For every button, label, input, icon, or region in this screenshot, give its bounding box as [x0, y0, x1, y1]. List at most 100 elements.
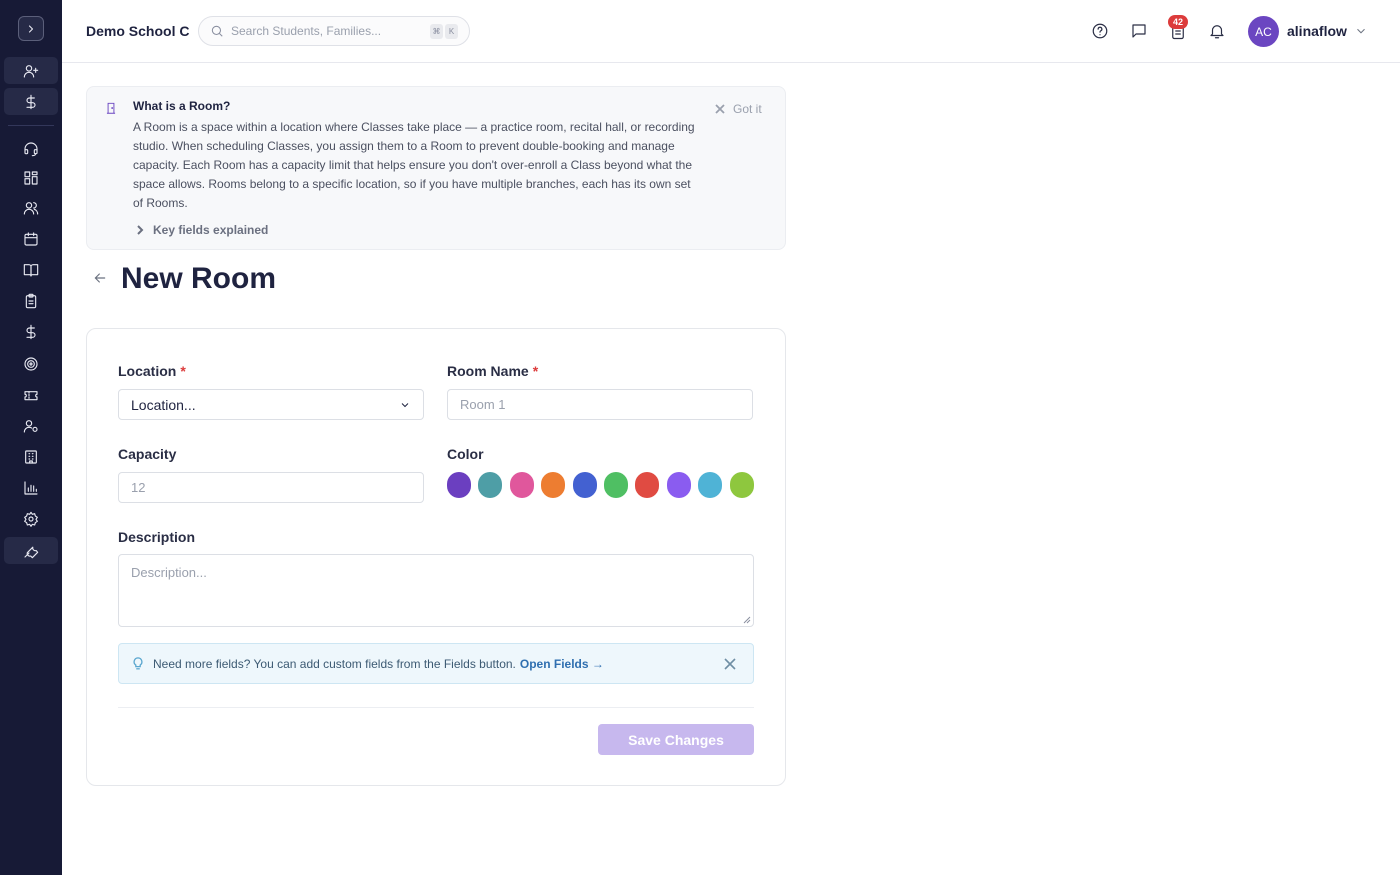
- avatar[interactable]: AC: [1248, 16, 1279, 47]
- info-title: What is a Room?: [133, 99, 231, 113]
- sidebar-item-attendance[interactable]: [4, 287, 58, 314]
- grid-icon: [24, 170, 38, 185]
- sidebar-item-dashboard[interactable]: [4, 164, 58, 191]
- page-title: New Room: [121, 262, 277, 295]
- messages-button[interactable]: [1129, 21, 1149, 41]
- description-placeholder: Description...: [131, 565, 207, 580]
- sidebar-item-locations[interactable]: [4, 443, 58, 470]
- sidebar-item-payments[interactable]: [4, 88, 58, 115]
- chevron-down-icon: [401, 403, 409, 408]
- sidebar-item-people[interactable]: [4, 194, 58, 221]
- shortcut-key-cmd: ⌘: [430, 24, 443, 39]
- chevron-right-icon: [137, 225, 144, 235]
- description-textarea[interactable]: Description...: [118, 554, 754, 627]
- color-swatch[interactable]: [635, 472, 660, 498]
- target-icon: [24, 356, 38, 371]
- room-info-card: What is a Room? A Room is a space within…: [86, 86, 786, 250]
- sidebar-item-calendar[interactable]: [4, 225, 58, 252]
- color-swatch[interactable]: [666, 472, 691, 498]
- sidebar-divider: [8, 125, 54, 126]
- resize-handle-icon[interactable]: [743, 616, 751, 624]
- location-label-text: Location: [118, 363, 177, 379]
- color-swatch[interactable]: [604, 472, 628, 498]
- bell-icon: [1210, 25, 1224, 39]
- close-icon: [724, 658, 736, 670]
- room-name-label-text: Room Name: [447, 363, 529, 379]
- ticket-icon: [24, 390, 38, 400]
- chevron-right-icon: [28, 24, 34, 33]
- sidebar-item-tickets[interactable]: [4, 381, 58, 408]
- capacity-label: Capacity: [118, 446, 177, 462]
- location-select[interactable]: Location...: [118, 389, 424, 420]
- location-select-value: Location...: [131, 396, 196, 413]
- color-swatch[interactable]: [572, 472, 597, 498]
- color-swatch[interactable]: [447, 472, 471, 498]
- key-fields-label: Key fields explained: [153, 223, 269, 237]
- search-icon: [211, 25, 223, 37]
- headset-icon: [24, 141, 38, 156]
- building-icon: [25, 449, 37, 464]
- sidebar-item-billing[interactable]: [4, 318, 58, 345]
- room-name-label: Room Name *: [447, 363, 538, 379]
- book-open-icon: [23, 263, 39, 277]
- sidebar-expand-button[interactable]: [18, 16, 44, 41]
- dollar-icon: [26, 94, 36, 109]
- bar-chart-icon: [24, 480, 38, 495]
- calendar-icon: [24, 231, 38, 246]
- color-swatch[interactable]: [541, 472, 566, 498]
- help-button[interactable]: [1090, 21, 1110, 41]
- door-icon: [104, 101, 122, 119]
- custom-fields-tip: Need more fields? You can add custom fie…: [118, 643, 754, 684]
- lightbulb-icon: [133, 656, 143, 669]
- color-swatch[interactable]: [729, 472, 754, 498]
- sidebar-item-add-student[interactable]: [4, 57, 58, 84]
- sidebar-item-staff[interactable]: [4, 412, 58, 439]
- top-header: Demo School C ⌘ K 42 AC alinaflow: [62, 0, 1400, 63]
- sidebar-item-classes[interactable]: [4, 256, 58, 283]
- search-input[interactable]: [231, 24, 421, 38]
- help-circle-icon: [1092, 23, 1108, 39]
- required-mark: *: [532, 363, 539, 379]
- users-icon: [23, 201, 39, 215]
- got-it-label: Got it: [733, 102, 762, 116]
- user-cog-icon: [23, 419, 38, 433]
- gear-icon: [24, 511, 38, 527]
- tasks-count-badge: 42: [1168, 15, 1188, 29]
- sidebar-item-reports[interactable]: [4, 474, 58, 501]
- color-swatch[interactable]: [478, 472, 503, 498]
- location-label: Location *: [118, 363, 186, 379]
- user-plus-icon: [23, 64, 39, 78]
- tip-text: Need more fields? You can add custom fie…: [153, 656, 516, 671]
- got-it-button[interactable]: Got it: [715, 102, 762, 116]
- description-label: Description: [118, 529, 196, 545]
- form-divider: [118, 707, 754, 708]
- notifications-button[interactable]: [1207, 21, 1227, 41]
- sidebar: [0, 0, 62, 875]
- key-fields-toggle[interactable]: Key fields explained: [135, 223, 268, 237]
- dollar-icon: [26, 324, 36, 339]
- open-fields-link[interactable]: Open Fields →: [520, 657, 604, 671]
- sidebar-item-tools[interactable]: [4, 537, 58, 564]
- color-label: Color: [447, 446, 484, 462]
- user-menu-chevron[interactable]: [1354, 24, 1368, 43]
- global-search[interactable]: ⌘ K: [198, 16, 470, 46]
- chevron-down-icon: [1357, 28, 1365, 34]
- school-name[interactable]: Demo School C: [86, 23, 189, 39]
- sidebar-item-support[interactable]: [4, 135, 58, 162]
- color-swatch[interactable]: [509, 472, 534, 498]
- capacity-input[interactable]: 12: [118, 472, 424, 503]
- sidebar-item-settings[interactable]: [4, 505, 58, 532]
- room-form: Location * Location... Room Name * Room 1 …: [86, 328, 786, 786]
- save-button[interactable]: Save Changes: [598, 724, 754, 755]
- arrow-left-icon: [94, 273, 106, 283]
- back-button[interactable]: [92, 270, 110, 288]
- color-swatch[interactable]: [698, 472, 723, 498]
- sidebar-item-goals[interactable]: [4, 350, 58, 377]
- info-body: A Room is a space within a location wher…: [133, 120, 695, 210]
- username[interactable]: alinaflow: [1287, 23, 1347, 39]
- close-icon: [715, 104, 725, 114]
- required-mark: *: [180, 363, 186, 379]
- shortcut-key-k: K: [445, 24, 458, 39]
- tip-close-button[interactable]: [724, 658, 736, 670]
- room-name-input[interactable]: Room 1: [447, 389, 753, 420]
